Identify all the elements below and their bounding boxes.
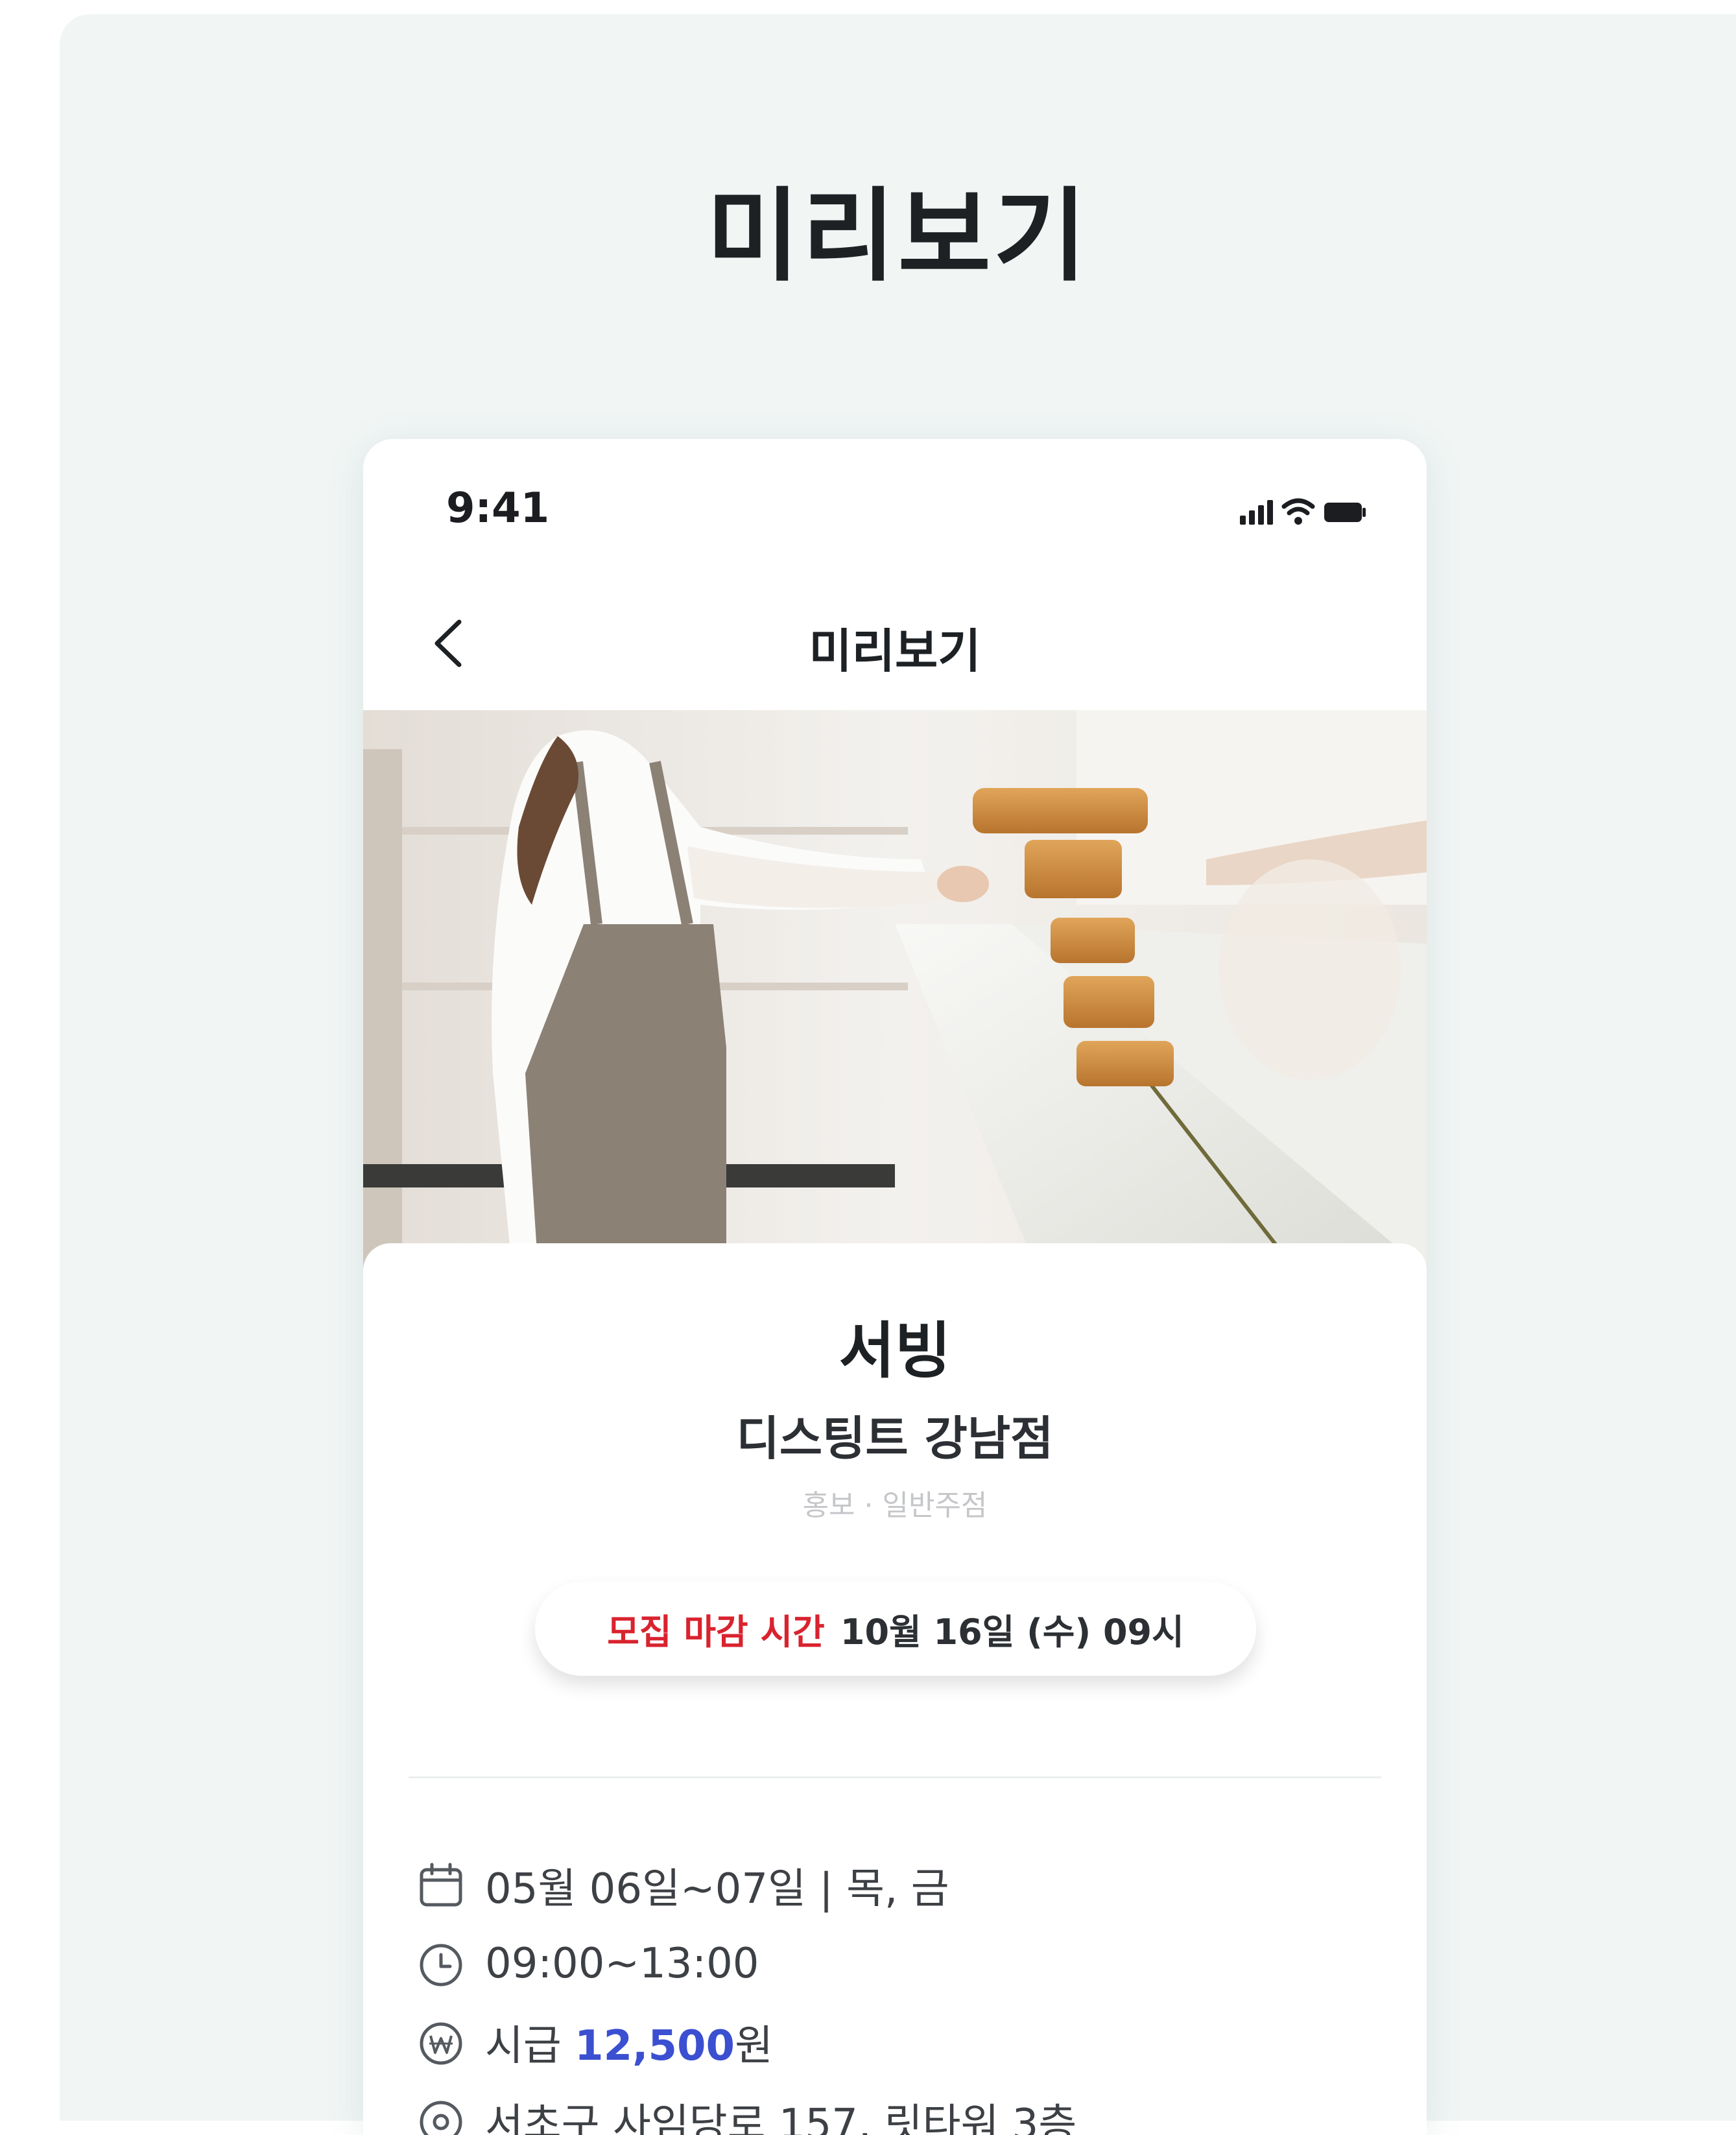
panel-title: 미리보기	[706, 177, 1089, 295]
info-row-wage: 시급 12,500원	[415, 2013, 773, 2071]
wifi-icon	[1281, 498, 1315, 525]
job-title: 서빙	[838, 1316, 951, 1387]
won-icon	[420, 2022, 462, 2065]
phone-frame: 9:41 미리보기 서빙 디스팅트 강남점 홍보 · 일반주점 모집 마감 시간…	[363, 439, 1427, 2135]
store-name: 디스팅트 강남점	[736, 1411, 1054, 1466]
clock-icon	[420, 1944, 462, 1986]
calendar-icon	[420, 1863, 462, 1907]
deadline-label: 모집 마감 시간	[607, 1612, 825, 1652]
wage-prefix: 시급	[485, 2022, 562, 2070]
info-date: 05월 06일~07일 | 목, 금	[485, 1865, 949, 1913]
wage-unit: 원	[735, 2022, 773, 2070]
canvas: 미리보기 9:41 미리보기 서빙 디스팅트 강남점 홍보 · 일반주점 모집 …	[0, 0, 1736, 2135]
job-detail-sheet: 서빙 디스팅트 강남점 홍보 · 일반주점 모집 마감 시간 10월 16일 (…	[363, 1243, 1427, 2135]
info-wage: 시급 12,500원	[485, 2012, 773, 2072]
info-row-address: 서초구 사임당로 157, 릿타워 3층	[415, 2092, 1076, 2135]
status-icons	[1240, 498, 1366, 525]
bakery-counter-photo	[363, 710, 1427, 1272]
signal-icon	[1240, 500, 1273, 525]
info-address: 서초구 사임당로 157, 릿타워 3층	[485, 2101, 1077, 2135]
wage-amount: 12,500	[575, 2022, 735, 2070]
location-icon	[420, 2101, 462, 2135]
preview-panel: 미리보기 9:41 미리보기 서빙 디스팅트 강남점 홍보 · 일반주점 모집 …	[60, 14, 1736, 2135]
info-row-time: 09:00~13:00	[415, 1935, 759, 1993]
status-time: 9:41	[446, 484, 550, 532]
hero-photo	[363, 710, 1427, 1272]
deadline-pill: 모집 마감 시간 10월 16일 (수) 09시	[535, 1582, 1256, 1676]
battery-icon	[1324, 503, 1366, 522]
info-time: 09:00~13:00	[485, 1940, 759, 1988]
nav-title: 미리보기	[809, 624, 981, 678]
info-row-date: 05월 06일~07일 | 목, 금	[415, 1856, 949, 1914]
divider	[409, 1776, 1381, 1778]
store-category: 홍보 · 일반주점	[802, 1489, 988, 1522]
deadline-value: 10월 16일 (수) 09시	[840, 1612, 1184, 1652]
